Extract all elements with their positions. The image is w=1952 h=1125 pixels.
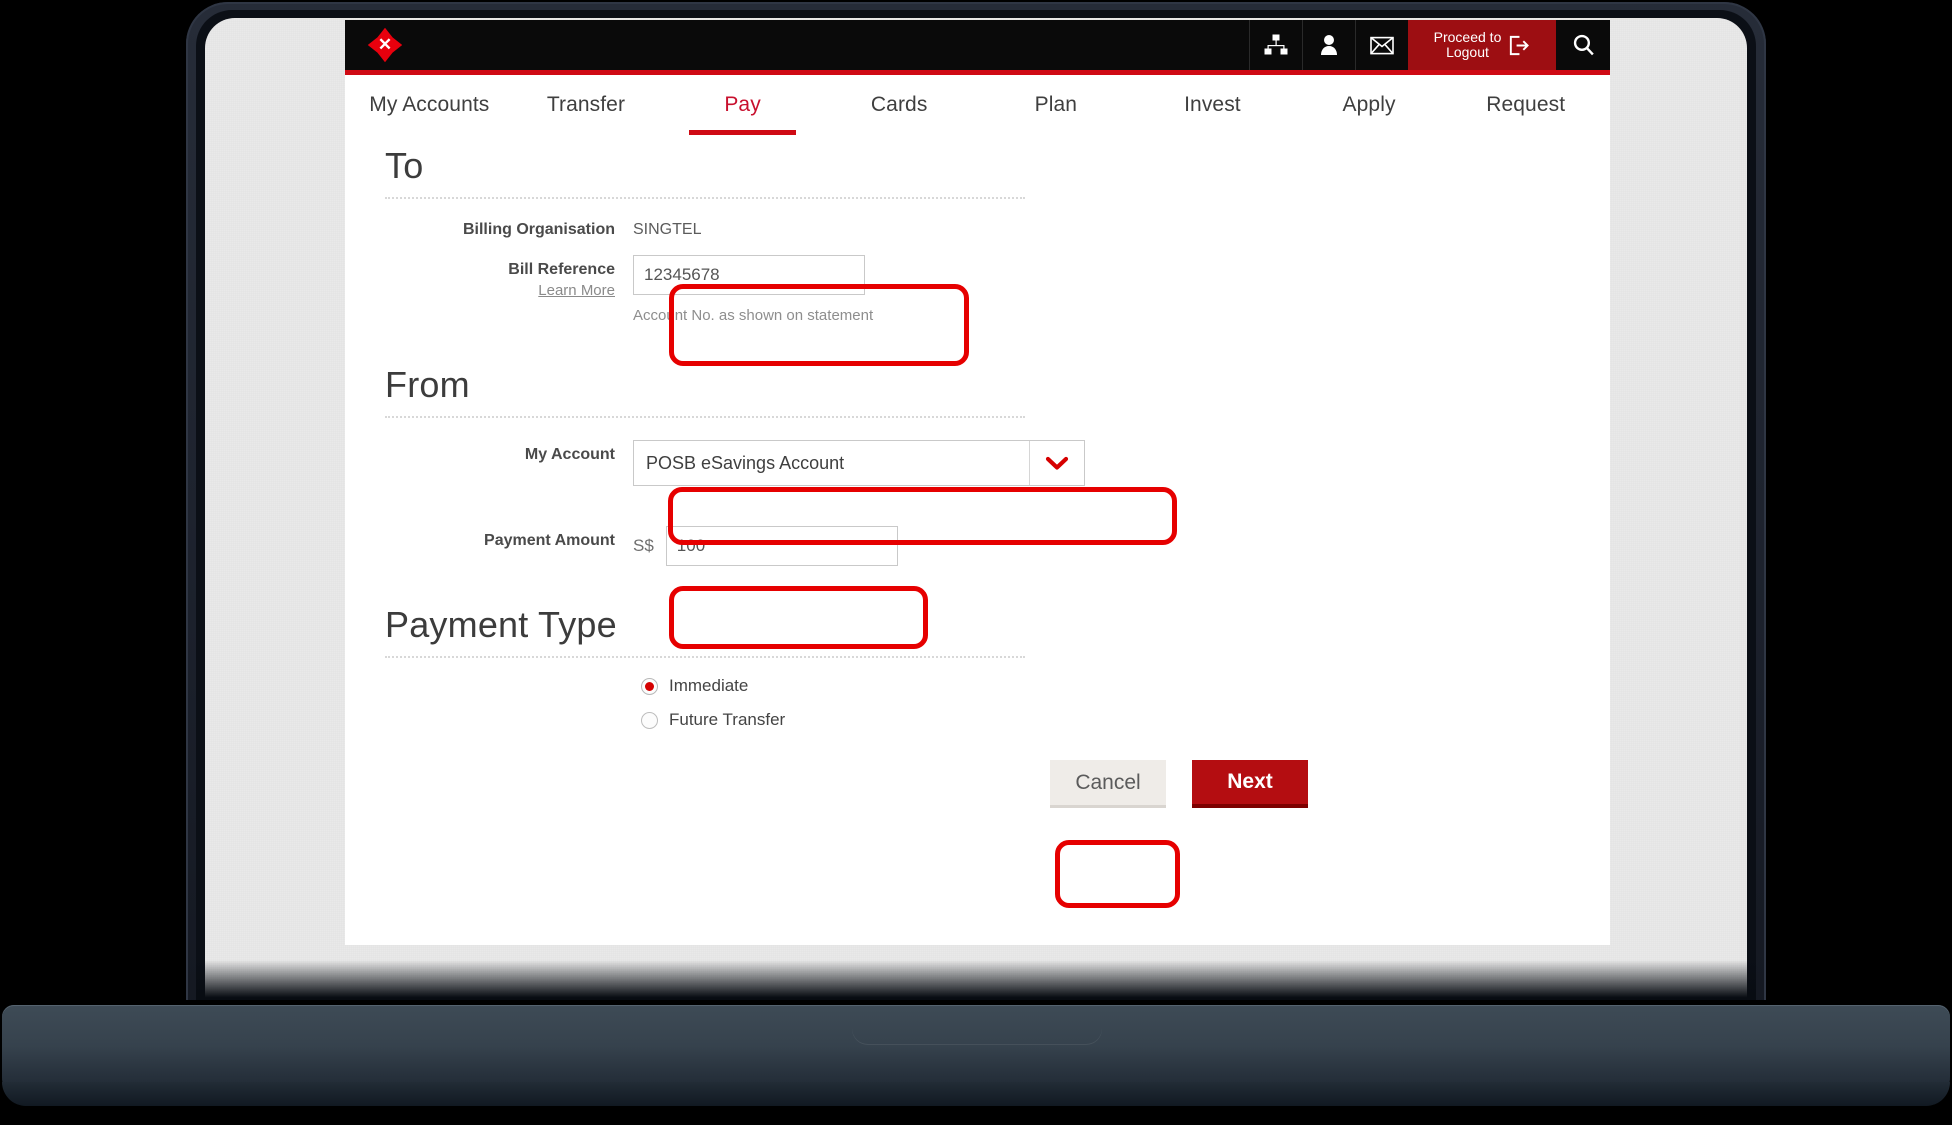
exit-icon [1507, 34, 1530, 57]
radio-label: Future Transfer [669, 710, 786, 729]
section-divider [385, 197, 1025, 199]
bill-reference-input-group: Account No. as shown on statement [633, 255, 873, 324]
nav-item-transfer[interactable]: Transfer [508, 75, 665, 135]
laptop-base-notch [852, 1005, 1102, 1045]
person-icon[interactable] [1302, 20, 1355, 70]
nav-label: Pay [724, 93, 761, 116]
bill-reference-label-text: Bill Reference [508, 261, 615, 278]
section-title-to: To [385, 145, 424, 186]
field-my-account: My Account POSB eSavings Account [385, 440, 1570, 486]
main-navigation: My Accounts Transfer Pay Cards Plan Inve… [345, 75, 1610, 135]
radio-option-future-transfer[interactable]: Future Transfer [641, 710, 1570, 730]
nav-item-request[interactable]: Request [1447, 75, 1604, 135]
nav-item-my-accounts[interactable]: My Accounts [351, 75, 508, 135]
learn-more-link[interactable]: Learn More [385, 282, 615, 299]
nav-item-invest[interactable]: Invest [1134, 75, 1291, 135]
payment-amount-label: Payment Amount [484, 532, 615, 549]
section-title-from: From [385, 364, 470, 405]
nav-item-plan[interactable]: Plan [978, 75, 1135, 135]
nav-label: Cards [870, 93, 928, 116]
nav-item-apply[interactable]: Apply [1291, 75, 1448, 135]
bill-reference-hint: Account No. as shown on statement [633, 307, 874, 324]
billing-organisation-label: Billing Organisation [462, 221, 615, 238]
topbar-icon-group: Proceed to Logout [1249, 20, 1610, 70]
my-account-label: My Account [524, 446, 615, 463]
nav-item-pay[interactable]: Pay [664, 75, 821, 135]
next-button[interactable]: Next [1192, 760, 1308, 808]
nav-item-cards[interactable]: Cards [821, 75, 978, 135]
top-utility-bar: ✕ Proceed to Logout [345, 20, 1610, 70]
laptop-screen: ✕ Proceed to Logout My Accounts Transfer… [205, 18, 1747, 1018]
payment-amount-input[interactable] [665, 526, 898, 566]
nav-label: Apply [1342, 93, 1396, 116]
nav-label: Request [1486, 93, 1566, 116]
nav-label: Plan [1034, 93, 1078, 116]
logout-label-line1: Proceed to [1433, 29, 1502, 46]
currency-prefix: S$ [633, 536, 654, 555]
payment-amount-group: S$ [633, 526, 898, 566]
my-account-select[interactable]: POSB eSavings Account [633, 440, 1085, 486]
nav-label: Invest [1184, 93, 1241, 116]
proceed-to-logout-button[interactable]: Proceed to Logout [1408, 20, 1556, 70]
section-from: From My Account POSB eSavings Account Pa… [385, 354, 1570, 566]
search-icon[interactable] [1556, 20, 1610, 70]
field-billing-organisation: Billing Organisation SINGTEL [385, 215, 1570, 239]
logout-label-line2: Logout [1446, 44, 1489, 60]
billing-organisation-value: SINGTEL [633, 221, 702, 238]
radio-label: Immediate [669, 676, 749, 695]
laptop-mockup: ✕ Proceed to Logout My Accounts Transfer… [0, 0, 1952, 1125]
field-bill-reference: Bill Reference Learn More Account No. as… [385, 255, 1570, 324]
section-divider [385, 416, 1025, 418]
dbs-logo: ✕ [367, 27, 403, 63]
bill-reference-label: Bill Reference Learn More [385, 255, 633, 299]
bill-reference-input[interactable] [633, 255, 865, 295]
field-payment-amount: Payment Amount S$ [385, 526, 1570, 566]
section-divider [385, 656, 1025, 658]
chevron-down-icon[interactable] [1029, 441, 1084, 485]
radio-option-immediate[interactable]: Immediate [641, 676, 1570, 696]
sitemap-icon[interactable] [1249, 20, 1302, 70]
payment-type-radio-group: Immediate Future Transfer [641, 676, 1570, 730]
cancel-button[interactable]: Cancel [1050, 760, 1166, 808]
browser-app-window: ✕ Proceed to Logout My Accounts Transfer… [345, 20, 1610, 945]
brand-logo[interactable]: ✕ [345, 20, 425, 70]
section-payment-type: Payment Type Immediate Future Transfer C… [385, 594, 1570, 808]
laptop-base-edge [2, 1082, 1950, 1106]
section-to: To Billing Organisation SINGTEL Bill Ref… [385, 135, 1570, 324]
radio-button-selected-icon[interactable] [641, 677, 658, 695]
payment-form: To Billing Organisation SINGTEL Bill Ref… [345, 135, 1610, 945]
section-title-payment-type: Payment Type [385, 604, 617, 645]
radio-button-unselected-icon[interactable] [641, 711, 658, 729]
my-account-selected-value: POSB eSavings Account [646, 452, 845, 473]
nav-label: Transfer [546, 93, 626, 116]
form-action-buttons: Cancel Next [385, 760, 1570, 808]
envelope-icon[interactable] [1355, 20, 1408, 70]
nav-label: My Accounts [369, 93, 490, 116]
